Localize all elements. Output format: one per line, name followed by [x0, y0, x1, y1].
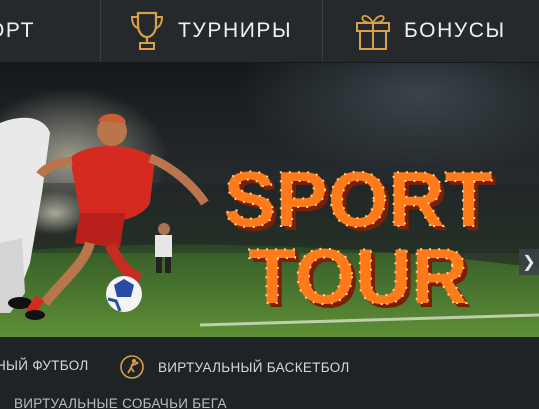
basketball-player-icon	[120, 355, 144, 379]
trophy-icon	[130, 11, 164, 50]
nav-tournaments[interactable]: ТУРНИРЫ	[100, 0, 322, 62]
category-virtual-football[interactable]: НЫЙ ФУТБОЛ	[0, 358, 89, 373]
category-label: ВИРТУАЛЬНЫЕ СОБАЧЬИ БЕГА	[14, 396, 227, 409]
banner-next-button[interactable]: ❯	[519, 249, 539, 275]
gift-icon	[356, 14, 390, 50]
category-label: ВИРТУАЛЬНЫЙ БАСКЕТБОЛ	[158, 359, 350, 375]
nav-sport-label: ОРТ	[0, 19, 36, 42]
category-label: НЫЙ ФУТБОЛ	[0, 358, 89, 373]
chevron-right-icon: ❯	[522, 254, 536, 271]
soccer-ball	[106, 276, 142, 312]
category-list: НЫЙ ФУТБОЛ ВИРТУАЛЬНЫЙ БАСКЕТБОЛ ВИРТУАЛ…	[0, 337, 539, 409]
banner-title-line-1: SPORT	[224, 155, 493, 243]
nav-sport[interactable]: ОРТ	[0, 0, 100, 62]
category-virtual-basketball[interactable]: ВИРТУАЛЬНЫЙ БАСКЕТБОЛ	[120, 355, 350, 379]
banner-artwork: SPORT SPORT TOUR TOUR	[0, 113, 539, 337]
promo-banner[interactable]: SPORT SPORT TOUR TOUR ❯	[0, 63, 539, 337]
banner-title-line-2: TOUR	[248, 232, 468, 320]
category-virtual-dog-racing[interactable]: ВИРТУАЛЬНЫЕ СОБАЧЬИ БЕГА	[14, 396, 227, 409]
nav-bonuses-label: БОНУСЫ	[404, 19, 506, 42]
top-navigation: ОРТ ТУРНИРЫ БОНУСЫ	[0, 0, 539, 63]
nav-tournaments-label: ТУРНИРЫ	[178, 19, 293, 42]
nav-bonuses[interactable]: БОНУСЫ	[322, 0, 539, 62]
